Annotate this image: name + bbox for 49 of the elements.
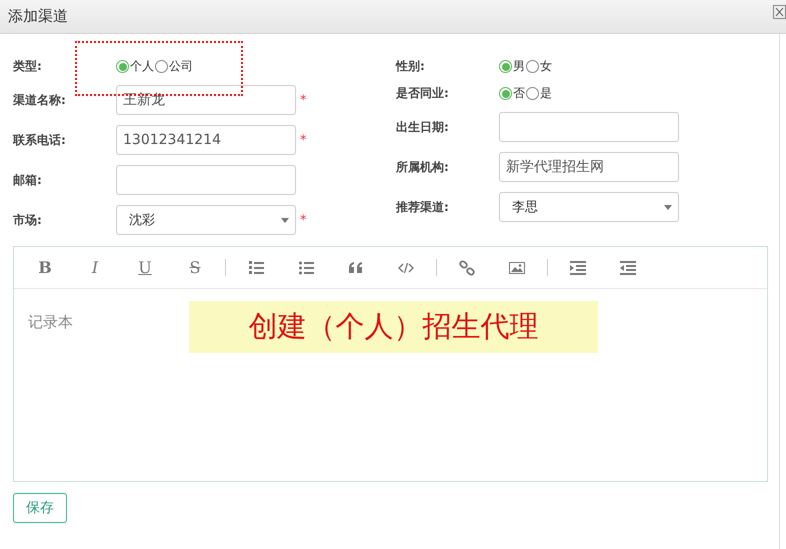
input-field[interactable]: [116, 165, 296, 195]
dropdown[interactable]: 沈彩: [116, 205, 296, 235]
radio-button[interactable]: [499, 60, 512, 73]
field-label: 渠道名称:: [13, 92, 67, 108]
radio-button[interactable]: [116, 60, 129, 73]
numbered-list-icon[interactable]: [248, 260, 264, 276]
radio-button[interactable]: [526, 87, 539, 100]
italic-button[interactable]: I: [82, 254, 108, 280]
image-icon[interactable]: [509, 260, 525, 276]
field-label: 是否同业:: [396, 85, 450, 102]
field-label: 类型:: [13, 58, 43, 75]
outdent-icon[interactable]: [620, 260, 636, 276]
radio-label: 否: [513, 85, 525, 102]
input-field[interactable]: 新学代理招生网: [499, 152, 679, 182]
radio-button[interactable]: [526, 60, 539, 73]
radio-button[interactable]: [499, 87, 512, 100]
field-label: 邮箱:: [13, 172, 43, 188]
radio-label: 个人: [130, 58, 154, 75]
field-label: 性别:: [396, 58, 426, 75]
save-button[interactable]: 保存: [13, 493, 67, 523]
field-label: 联系电话:: [13, 132, 67, 148]
close-icon[interactable]: [773, 4, 786, 18]
required-mark: *: [300, 92, 306, 108]
radio-label: 女: [540, 58, 552, 75]
required-mark: *: [300, 212, 306, 228]
input-field[interactable]: 13012341214: [116, 125, 296, 155]
field-label: 市场:: [13, 212, 43, 228]
field-label: 所属机构:: [396, 158, 450, 176]
window-title: 添加渠道: [8, 7, 68, 26]
field-label: 推荐渠道:: [396, 198, 450, 216]
radio-label: 是: [540, 85, 552, 102]
caret-icon: [281, 218, 289, 222]
annotation-note: 创建（个人）招生代理: [189, 301, 598, 353]
radio-label: 男: [513, 58, 525, 75]
link-icon[interactable]: [459, 260, 475, 276]
editor-placeholder: 记录本: [28, 313, 73, 331]
caret-icon: [664, 204, 672, 210]
radio-button[interactable]: [155, 60, 168, 73]
input-field[interactable]: [499, 112, 679, 142]
field-label: 出生日期:: [396, 118, 450, 136]
quote-icon[interactable]: [348, 260, 364, 276]
dropdown[interactable]: 李思: [499, 192, 679, 222]
required-mark: *: [300, 132, 306, 148]
underline-button[interactable]: U: [132, 254, 158, 280]
strikethrough-button[interactable]: S: [182, 254, 208, 280]
bullet-list-icon[interactable]: [298, 260, 314, 276]
indent-icon[interactable]: [570, 260, 586, 276]
bold-button[interactable]: B: [32, 254, 58, 280]
radio-label: 公司: [169, 58, 193, 75]
